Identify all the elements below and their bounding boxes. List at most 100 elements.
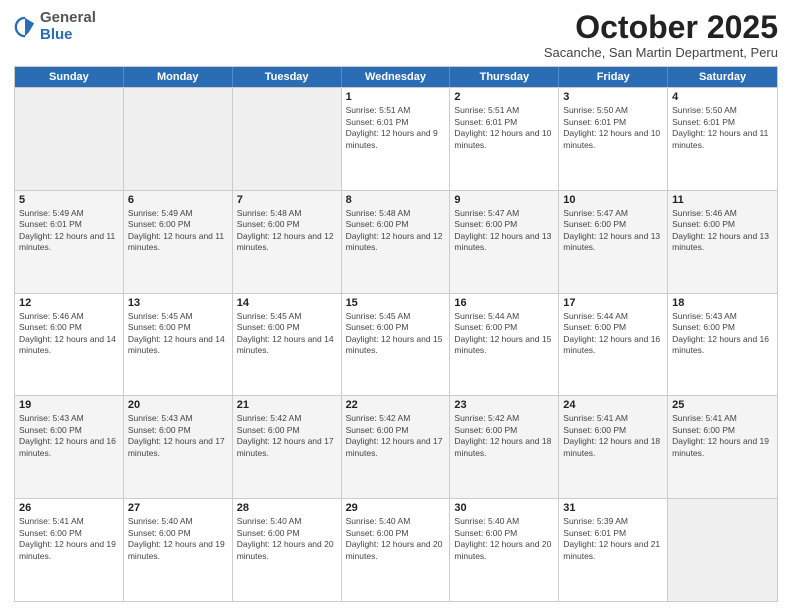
page-header: General Blue October 2025 Sacanche, San …: [14, 10, 778, 60]
day-cell-25: 25 Sunrise: 5:41 AM Sunset: 6:00 PM Dayli…: [668, 396, 777, 498]
day-number: 1: [346, 91, 446, 103]
day-cell-12: 12 Sunrise: 5:46 AM Sunset: 6:00 PM Dayli…: [15, 294, 124, 396]
day-number: 27: [128, 502, 228, 514]
empty-cell: [124, 88, 233, 190]
day-cell-24: 24 Sunrise: 5:41 AM Sunset: 6:00 PM Dayli…: [559, 396, 668, 498]
day-cell-26: 26 Sunrise: 5:41 AM Sunset: 6:00 PM Dayli…: [15, 499, 124, 601]
day-number: 31: [563, 502, 663, 514]
day-info: Sunrise: 5:42 AM Sunset: 6:00 PM Dayligh…: [454, 413, 554, 459]
day-info: Sunrise: 5:49 AM Sunset: 6:01 PM Dayligh…: [19, 208, 119, 254]
day-info: Sunrise: 5:45 AM Sunset: 6:00 PM Dayligh…: [237, 311, 337, 357]
day-info: Sunrise: 5:48 AM Sunset: 6:00 PM Dayligh…: [237, 208, 337, 254]
day-info: Sunrise: 5:45 AM Sunset: 6:00 PM Dayligh…: [346, 311, 446, 357]
day-number: 22: [346, 399, 446, 411]
day-cell-13: 13 Sunrise: 5:45 AM Sunset: 6:00 PM Dayli…: [124, 294, 233, 396]
header-day-tuesday: Tuesday: [233, 67, 342, 87]
day-number: 29: [346, 502, 446, 514]
day-info: Sunrise: 5:45 AM Sunset: 6:00 PM Dayligh…: [128, 311, 228, 357]
day-cell-16: 16 Sunrise: 5:44 AM Sunset: 6:00 PM Dayli…: [450, 294, 559, 396]
day-info: Sunrise: 5:46 AM Sunset: 6:00 PM Dayligh…: [19, 311, 119, 357]
day-cell-27: 27 Sunrise: 5:40 AM Sunset: 6:00 PM Dayli…: [124, 499, 233, 601]
day-info: Sunrise: 5:51 AM Sunset: 6:01 PM Dayligh…: [346, 105, 446, 151]
day-cell-11: 11Sunrise: 5:46 AM Sunset: 6:00 PM Dayli…: [668, 191, 777, 293]
day-number: 12: [19, 297, 119, 309]
day-number: 20: [128, 399, 228, 411]
day-cell-20: 20 Sunrise: 5:43 AM Sunset: 6:00 PM Dayli…: [124, 396, 233, 498]
day-info: Sunrise: 5:39 AM Sunset: 6:01 PM Dayligh…: [563, 516, 663, 562]
logo: General Blue: [14, 10, 96, 43]
header-day-saturday: Saturday: [668, 67, 777, 87]
day-info: Sunrise: 5:42 AM Sunset: 6:00 PM Dayligh…: [237, 413, 337, 459]
day-number: 3: [563, 91, 663, 103]
day-number: 13: [128, 297, 228, 309]
day-number: 7: [237, 194, 337, 206]
day-info: Sunrise: 5:41 AM Sunset: 6:00 PM Dayligh…: [19, 516, 119, 562]
day-number: 4: [672, 91, 773, 103]
day-cell-4: 4Sunrise: 5:50 AM Sunset: 6:01 PM Daylig…: [668, 88, 777, 190]
day-cell-10: 10Sunrise: 5:47 AM Sunset: 6:00 PM Dayli…: [559, 191, 668, 293]
day-cell-6: 6 Sunrise: 5:49 AM Sunset: 6:00 PM Daylig…: [124, 191, 233, 293]
day-number: 25: [672, 399, 773, 411]
day-info: Sunrise: 5:41 AM Sunset: 6:00 PM Dayligh…: [672, 413, 773, 459]
day-info: Sunrise: 5:40 AM Sunset: 6:00 PM Dayligh…: [128, 516, 228, 562]
calendar-header: SundayMondayTuesdayWednesdayThursdayFrid…: [15, 67, 777, 87]
day-cell-1: 1 Sunrise: 5:51 AM Sunset: 6:01 PM Daylig…: [342, 88, 451, 190]
day-info: Sunrise: 5:50 AM Sunset: 6:01 PM Dayligh…: [563, 105, 663, 151]
day-cell-17: 17 Sunrise: 5:44 AM Sunset: 6:00 PM Dayli…: [559, 294, 668, 396]
day-number: 24: [563, 399, 663, 411]
day-number: 17: [563, 297, 663, 309]
day-number: 19: [19, 399, 119, 411]
day-cell-7: 7 Sunrise: 5:48 AM Sunset: 6:00 PM Daylig…: [233, 191, 342, 293]
day-info: Sunrise: 5:43 AM Sunset: 6:00 PM Dayligh…: [128, 413, 228, 459]
day-number: 5: [19, 194, 119, 206]
day-info: Sunrise: 5:43 AM Sunset: 6:00 PM Dayligh…: [19, 413, 119, 459]
day-number: 26: [19, 502, 119, 514]
title-block: October 2025 Sacanche, San Martin Depart…: [544, 10, 778, 60]
day-info: Sunrise: 5:51 AM Sunset: 6:01 PM Dayligh…: [454, 105, 554, 151]
day-number: 15: [346, 297, 446, 309]
header-day-friday: Friday: [559, 67, 668, 87]
day-number: 8: [346, 194, 446, 206]
day-cell-30: 30Sunrise: 5:40 AM Sunset: 6:00 PM Dayli…: [450, 499, 559, 601]
day-number: 28: [237, 502, 337, 514]
day-number: 16: [454, 297, 554, 309]
day-cell-28: 28Sunrise: 5:40 AM Sunset: 6:00 PM Dayli…: [233, 499, 342, 601]
calendar-row-1: 1 Sunrise: 5:51 AM Sunset: 6:01 PM Daylig…: [15, 87, 777, 190]
day-info: Sunrise: 5:47 AM Sunset: 6:00 PM Dayligh…: [563, 208, 663, 254]
day-cell-18: 18 Sunrise: 5:43 AM Sunset: 6:00 PM Dayli…: [668, 294, 777, 396]
day-cell-8: 8Sunrise: 5:48 AM Sunset: 6:00 PM Daylig…: [342, 191, 451, 293]
day-info: Sunrise: 5:41 AM Sunset: 6:00 PM Dayligh…: [563, 413, 663, 459]
header-day-wednesday: Wednesday: [342, 67, 451, 87]
day-number: 18: [672, 297, 773, 309]
day-cell-14: 14Sunrise: 5:45 AM Sunset: 6:00 PM Dayli…: [233, 294, 342, 396]
calendar-body: 1 Sunrise: 5:51 AM Sunset: 6:01 PM Daylig…: [15, 87, 777, 601]
day-number: 21: [237, 399, 337, 411]
logo-blue: Blue: [40, 27, 96, 44]
day-info: Sunrise: 5:43 AM Sunset: 6:00 PM Dayligh…: [672, 311, 773, 357]
logo-text: General Blue: [40, 10, 96, 43]
day-cell-21: 21 Sunrise: 5:42 AM Sunset: 6:00 PM Dayli…: [233, 396, 342, 498]
header-day-sunday: Sunday: [15, 67, 124, 87]
page-container: General Blue October 2025 Sacanche, San …: [0, 0, 792, 612]
empty-cell: [15, 88, 124, 190]
day-cell-19: 19 Sunrise: 5:43 AM Sunset: 6:00 PM Dayli…: [15, 396, 124, 498]
day-number: 9: [454, 194, 554, 206]
day-info: Sunrise: 5:42 AM Sunset: 6:00 PM Dayligh…: [346, 413, 446, 459]
day-info: Sunrise: 5:44 AM Sunset: 6:00 PM Dayligh…: [563, 311, 663, 357]
empty-cell: [668, 499, 777, 601]
day-number: 11: [672, 194, 773, 206]
day-info: Sunrise: 5:40 AM Sunset: 6:00 PM Dayligh…: [454, 516, 554, 562]
calendar-row-5: 26 Sunrise: 5:41 AM Sunset: 6:00 PM Dayli…: [15, 498, 777, 601]
day-cell-15: 15 Sunrise: 5:45 AM Sunset: 6:00 PM Dayli…: [342, 294, 451, 396]
day-info: Sunrise: 5:49 AM Sunset: 6:00 PM Dayligh…: [128, 208, 228, 254]
header-day-thursday: Thursday: [450, 67, 559, 87]
day-cell-29: 29Sunrise: 5:40 AM Sunset: 6:00 PM Dayli…: [342, 499, 451, 601]
day-info: Sunrise: 5:44 AM Sunset: 6:00 PM Dayligh…: [454, 311, 554, 357]
day-cell-31: 31 Sunrise: 5:39 AM Sunset: 6:01 PM Dayli…: [559, 499, 668, 601]
logo-general: General: [40, 10, 96, 27]
month-title: October 2025: [544, 10, 778, 45]
day-cell-9: 9 Sunrise: 5:47 AM Sunset: 6:00 PM Daylig…: [450, 191, 559, 293]
day-info: Sunrise: 5:47 AM Sunset: 6:00 PM Dayligh…: [454, 208, 554, 254]
location: Sacanche, San Martin Department, Peru: [544, 45, 778, 60]
day-number: 6: [128, 194, 228, 206]
